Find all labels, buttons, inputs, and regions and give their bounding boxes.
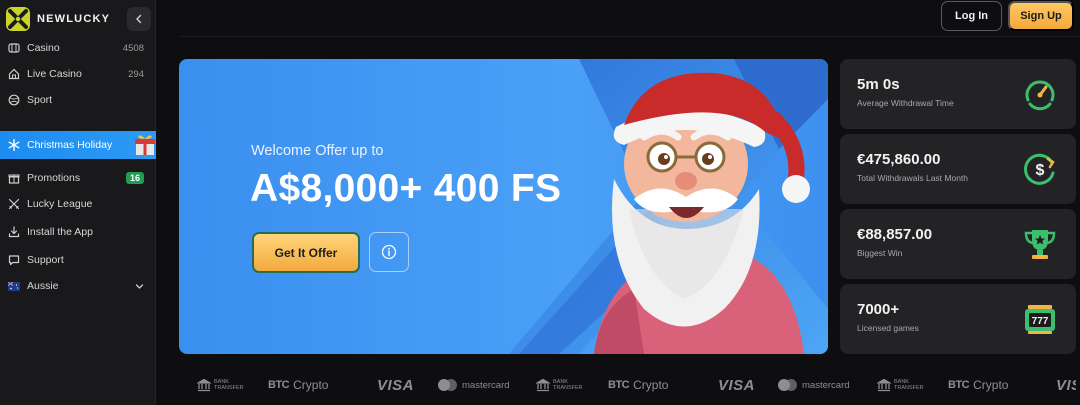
stat-label: Licensed games xyxy=(857,323,919,333)
payment-visa: VISA xyxy=(1056,376,1076,394)
sport-ball-icon xyxy=(7,94,20,107)
payment-bank-transfer: BANK TRANSFER xyxy=(536,368,583,402)
signup-button[interactable]: Sign Up xyxy=(1008,1,1074,31)
snowflake-icon xyxy=(7,139,20,152)
sidebar-item-label: Casino xyxy=(27,42,60,54)
gauge-icon xyxy=(1025,80,1055,111)
payment-bank-transfer: BANK TRANSFER xyxy=(877,368,924,402)
sidebar-item-label: Live Casino xyxy=(27,68,82,80)
trophy-icon xyxy=(1024,230,1056,259)
casino-icon xyxy=(7,42,20,55)
bank-line2: TRANSFER xyxy=(553,385,583,391)
stat-value: 7000+ xyxy=(857,301,900,318)
btc-logo: BTC xyxy=(948,379,970,391)
crypto-label: Crypto xyxy=(293,378,329,392)
sidebar-item-sport[interactable]: Sport xyxy=(0,88,156,112)
sidebar-item-support[interactable]: Support xyxy=(0,248,156,272)
crypto-label: Crypto xyxy=(633,378,669,392)
sidebar-item-christmas-holiday[interactable]: Christmas Holiday xyxy=(0,131,156,159)
brand-name: NEWLUCKY xyxy=(37,13,111,25)
sidebar: NEWLUCKY Casino 4508 Live Casino 294 Spo… xyxy=(0,0,156,405)
offer-headline: A$8,000+ 400 FS xyxy=(250,167,562,210)
sidebar-item-label: Promotions xyxy=(27,172,81,184)
present-gift-icon xyxy=(135,135,155,155)
offer-info-button[interactable] xyxy=(369,232,409,272)
sidebar-item-label: Install the App xyxy=(27,226,93,238)
gift-icon xyxy=(7,172,20,185)
payment-mastercard: mastercard xyxy=(778,368,850,402)
mastercard-label: mastercard xyxy=(462,379,510,391)
live-casino-icon xyxy=(7,68,20,81)
crypto-label: Crypto xyxy=(973,378,1009,392)
sidebar-item-label: Lucky League xyxy=(27,198,93,210)
chat-icon xyxy=(7,254,20,267)
collapse-sidebar-button[interactable] xyxy=(127,7,151,31)
stat-card-total-withdrawals: €475,860.00 Total Withdrawals Last Month… xyxy=(840,134,1076,204)
stat-card-withdrawal-time: 5m 0s Average Withdrawal Time xyxy=(840,59,1076,129)
payment-crypto: BTC Crypto xyxy=(948,368,1008,402)
svg-text:$: $ xyxy=(1036,162,1045,179)
brand[interactable]: NEWLUCKY xyxy=(6,7,110,31)
payment-crypto: BTC Crypto xyxy=(268,368,328,402)
promotions-count-badge: 16 xyxy=(125,172,144,184)
login-button[interactable]: Log In xyxy=(941,1,1002,31)
bank-line2: TRANSFER xyxy=(894,385,924,391)
chevron-left-icon xyxy=(136,14,142,24)
bank-line2: TRANSFER xyxy=(214,385,244,391)
sidebar-item-casino[interactable]: Casino 4508 xyxy=(0,36,156,60)
stat-card-biggest-win: €88,857.00 Biggest Win xyxy=(840,209,1076,279)
mastercard-label: mastercard xyxy=(802,379,850,391)
payment-crypto: BTC Crypto xyxy=(608,368,668,402)
sidebar-item-install-app[interactable]: Install the App xyxy=(0,220,156,244)
game-count: 294 xyxy=(128,68,144,80)
crossed-swords-icon xyxy=(7,198,20,211)
btc-logo: BTC xyxy=(268,379,290,391)
sidebar-item-language-aussie[interactable]: Aussie xyxy=(0,274,156,298)
dollar-cycle-icon: $ xyxy=(1024,153,1055,185)
info-icon xyxy=(381,244,397,260)
sidebar-item-label: Christmas Holiday xyxy=(27,139,113,151)
promo-banner[interactable]: Welcome Offer up to A$8,000+ 400 FS Get … xyxy=(179,59,828,354)
stat-value: 5m 0s xyxy=(857,76,900,93)
santa-illustration xyxy=(594,72,810,354)
bank-icon xyxy=(877,378,891,392)
payment-mastercard: mastercard xyxy=(438,368,510,402)
casino-app: NEWLUCKY Casino 4508 Live Casino 294 Spo… xyxy=(0,0,1080,405)
game-count: 4508 xyxy=(122,42,144,54)
mastercard-logo-icon xyxy=(778,379,798,391)
bank-icon xyxy=(197,378,211,392)
mastercard-logo-icon xyxy=(438,379,458,391)
stat-label: Biggest Win xyxy=(857,248,903,258)
payment-methods-strip: BANK TRANSFER BTC Crypto VISA mastercard … xyxy=(180,368,1080,402)
sidebar-item-label: Sport xyxy=(27,94,53,106)
australia-flag-icon xyxy=(7,280,20,293)
sidebar-item-lucky-league[interactable]: Lucky League xyxy=(0,192,156,216)
stat-value: €475,860.00 xyxy=(857,151,941,168)
stat-card-licensed-games: 7000+ Licensed games 777 xyxy=(840,284,1076,354)
sidebar-item-label: Support xyxy=(27,254,64,266)
sidebar-item-label: Aussie xyxy=(27,280,59,292)
svg-text:777: 777 xyxy=(1032,316,1049,327)
stat-label: Total Withdrawals Last Month xyxy=(857,173,969,183)
payment-visa: VISA xyxy=(718,376,756,394)
get-offer-button[interactable]: Get It Offer xyxy=(252,232,360,273)
sidebar-item-live-casino[interactable]: Live Casino 294 xyxy=(0,62,156,86)
stat-value: €88,857.00 xyxy=(857,226,933,243)
brand-logo-icon xyxy=(6,7,30,31)
sidebar-item-promotions[interactable]: Promotions 16 xyxy=(0,166,156,190)
offer-subtitle: Welcome Offer up to xyxy=(251,143,384,159)
header-divider xyxy=(180,36,1080,37)
payment-bank-transfer: BANK TRANSFER xyxy=(197,368,244,402)
stat-label: Average Withdrawal Time xyxy=(857,98,954,108)
chevron-down-icon xyxy=(135,283,144,289)
bank-icon xyxy=(536,378,550,392)
download-icon xyxy=(7,226,20,239)
slot-machine-icon: 777 xyxy=(1025,305,1055,334)
btc-logo: BTC xyxy=(608,379,630,391)
payment-visa: VISA xyxy=(377,376,415,394)
